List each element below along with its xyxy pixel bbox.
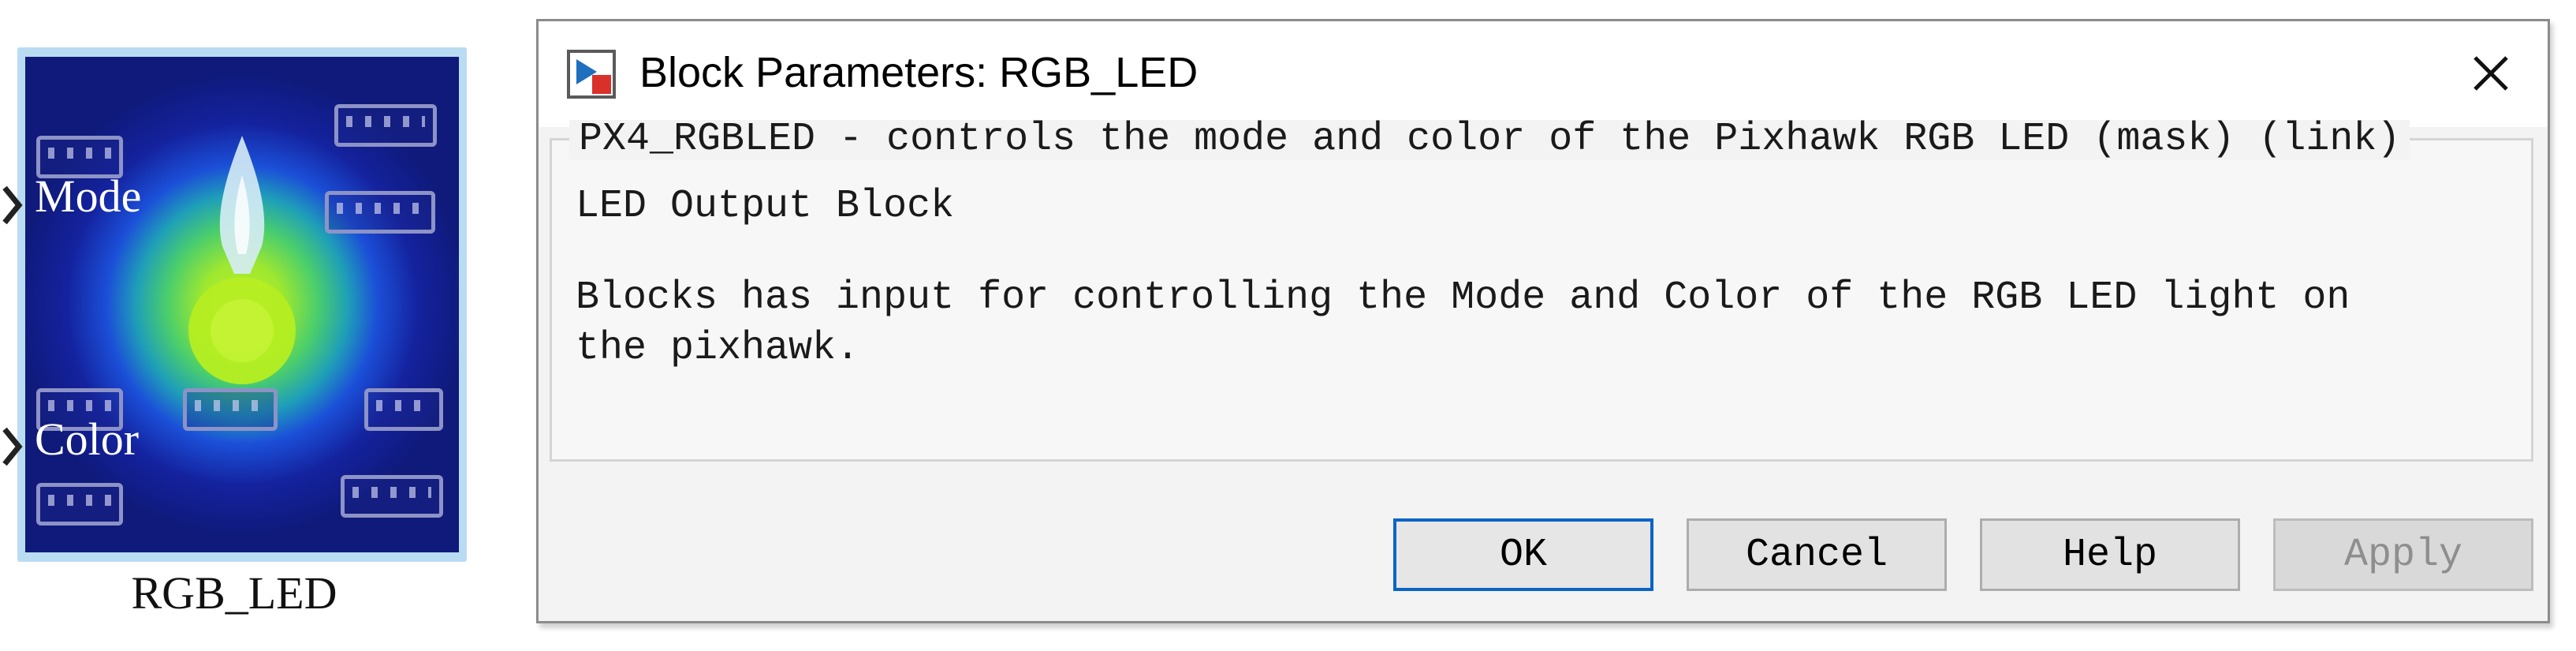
block-parameters-dialog: Block Parameters: RGB_LED PX4_RGBLED - c… — [536, 19, 2550, 623]
simulink-block-area: Mode Color RGB_LED — [0, 0, 505, 651]
led-light-icon — [188, 277, 296, 384]
board-connector-icon — [341, 475, 443, 518]
dialog-button-row: OK Cancel Help Apply — [539, 518, 2548, 597]
block-heading: LED Output Block — [576, 184, 955, 229]
help-button[interactable]: Help — [1980, 518, 2240, 591]
dialog-title: Block Parameters: RGB_LED — [639, 49, 1199, 96]
group-legend: PX4_RGBLED - controls the mode and color… — [569, 120, 2410, 159]
board-connector-icon — [36, 483, 123, 526]
simulink-block-icon — [567, 50, 616, 99]
block-name-label[interactable]: RGB_LED — [0, 567, 468, 619]
dialog-titlebar[interactable]: Block Parameters: RGB_LED — [539, 21, 2548, 127]
port-label-color: Color — [35, 413, 140, 465]
block-description-line-1: Blocks has input for controlling the Mod… — [576, 275, 2350, 320]
ok-button[interactable]: OK — [1393, 518, 1653, 591]
close-icon[interactable] — [2453, 36, 2529, 111]
input-port-arrow-icon[interactable] — [0, 181, 24, 229]
rgb-led-block[interactable]: Mode Color — [2, 47, 467, 562]
apply-button[interactable]: Apply — [2273, 518, 2533, 591]
mask-description-group: PX4_RGBLED - controls the mode and color… — [550, 120, 2533, 462]
port-label-mode: Mode — [35, 170, 142, 222]
block-description-line-2: the pixhawk. — [576, 326, 860, 371]
input-port-arrow-icon[interactable] — [0, 423, 24, 470]
cancel-button[interactable]: Cancel — [1687, 518, 1947, 591]
block-image-pixhawk-board — [25, 57, 459, 552]
board-connector-icon — [364, 388, 443, 431]
